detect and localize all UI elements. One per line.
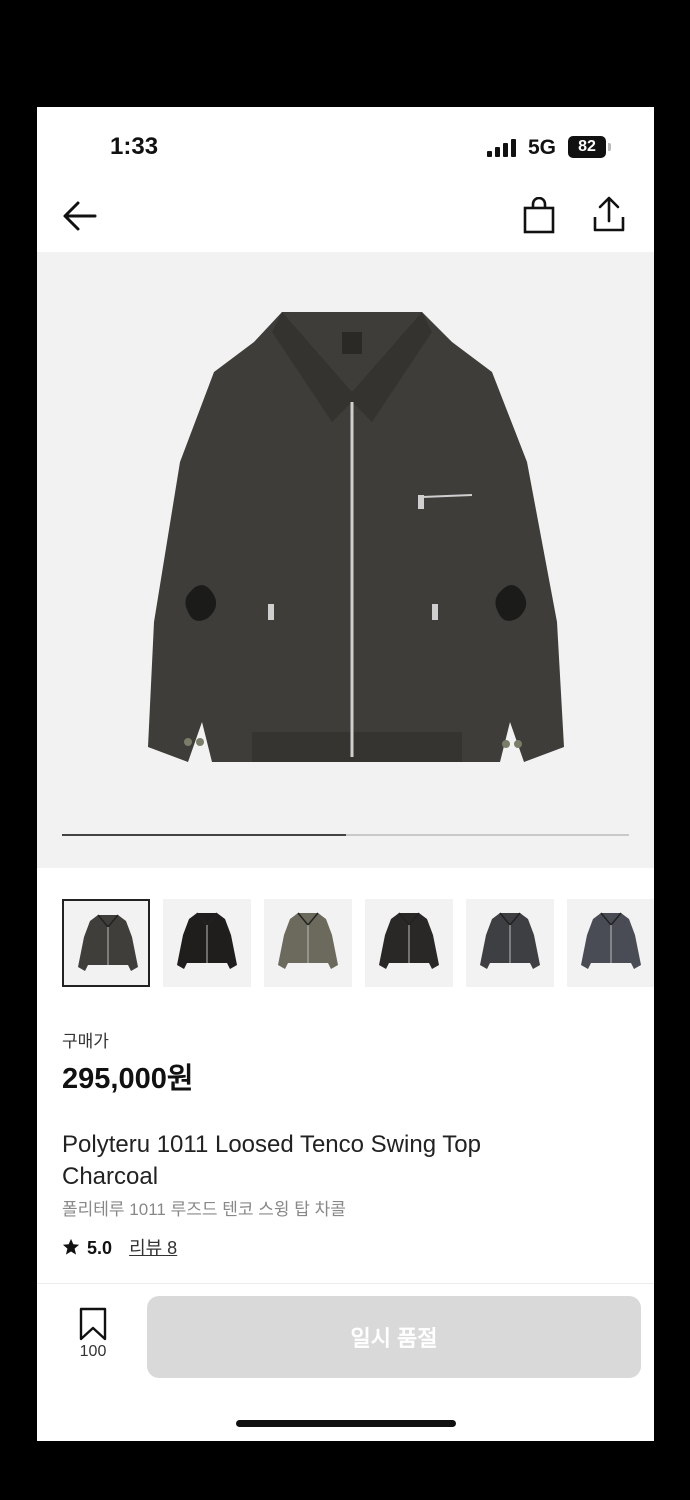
thumbnail-jacket-image — [78, 914, 138, 971]
price-label: 구매가 — [62, 1032, 109, 1051]
home-indicator — [236, 1420, 456, 1427]
battery-nub — [608, 143, 611, 151]
thumbnail-jacket-image — [480, 912, 540, 969]
thumbnail-3[interactable] — [264, 899, 352, 987]
product-image-gallery[interactable] — [37, 252, 654, 868]
thumbnail-6[interactable] — [567, 899, 654, 987]
top-nav — [37, 187, 654, 249]
thumbnail-strip — [62, 899, 654, 989]
thumbnail-2[interactable] — [163, 899, 251, 987]
product-subtitle: 폴리테루 1011 루즈드 텐코 스윙 탑 차콜 — [62, 1200, 346, 1219]
thumbnail-4[interactable] — [365, 899, 453, 987]
share-icon[interactable] — [591, 195, 627, 235]
gallery-progress-fill — [62, 834, 346, 836]
star-icon — [62, 1238, 80, 1255]
review-link[interactable]: 리뷰 8 — [129, 1238, 177, 1258]
status-bar: 1:33 5G 82 — [37, 107, 654, 187]
cellular-signal-icon — [487, 139, 516, 157]
shopping-bag-icon[interactable] — [521, 197, 557, 235]
status-time: 1:33 — [110, 133, 159, 160]
rating-row: 5.0 리뷰 8 — [62, 1234, 177, 1260]
battery-icon: 82 — [568, 136, 606, 158]
thumbnail-jacket-image — [278, 912, 338, 969]
thumbnail-jacket-image — [177, 912, 237, 969]
rating-value: 5.0 — [87, 1238, 113, 1258]
bottom-divider — [37, 1283, 654, 1284]
wishlist-count: 100 — [79, 1343, 107, 1360]
back-arrow-icon[interactable] — [61, 199, 99, 233]
app-screen: 1:33 5G 82 구매가 295,000원 Polyteru 1011 Lo… — [37, 107, 654, 1441]
jacket-image — [148, 312, 564, 762]
thumbnail-5[interactable] — [466, 899, 554, 987]
product-title: Polyteru 1011 Loosed Tenco Swing Top Cha… — [62, 1131, 481, 1190]
soldout-button[interactable]: 일시 품절 — [147, 1296, 641, 1378]
gallery-progress-track — [62, 834, 629, 836]
thumbnail-jacket-image — [581, 912, 641, 969]
wishlist-button[interactable]: 100 — [67, 1307, 119, 1367]
thumbnail-1[interactable] — [62, 899, 150, 987]
price-value: 295,000원 — [62, 1063, 194, 1095]
network-type: 5G — [528, 136, 557, 159]
bookmark-icon — [79, 1307, 107, 1341]
thumbnail-jacket-image — [379, 912, 439, 969]
